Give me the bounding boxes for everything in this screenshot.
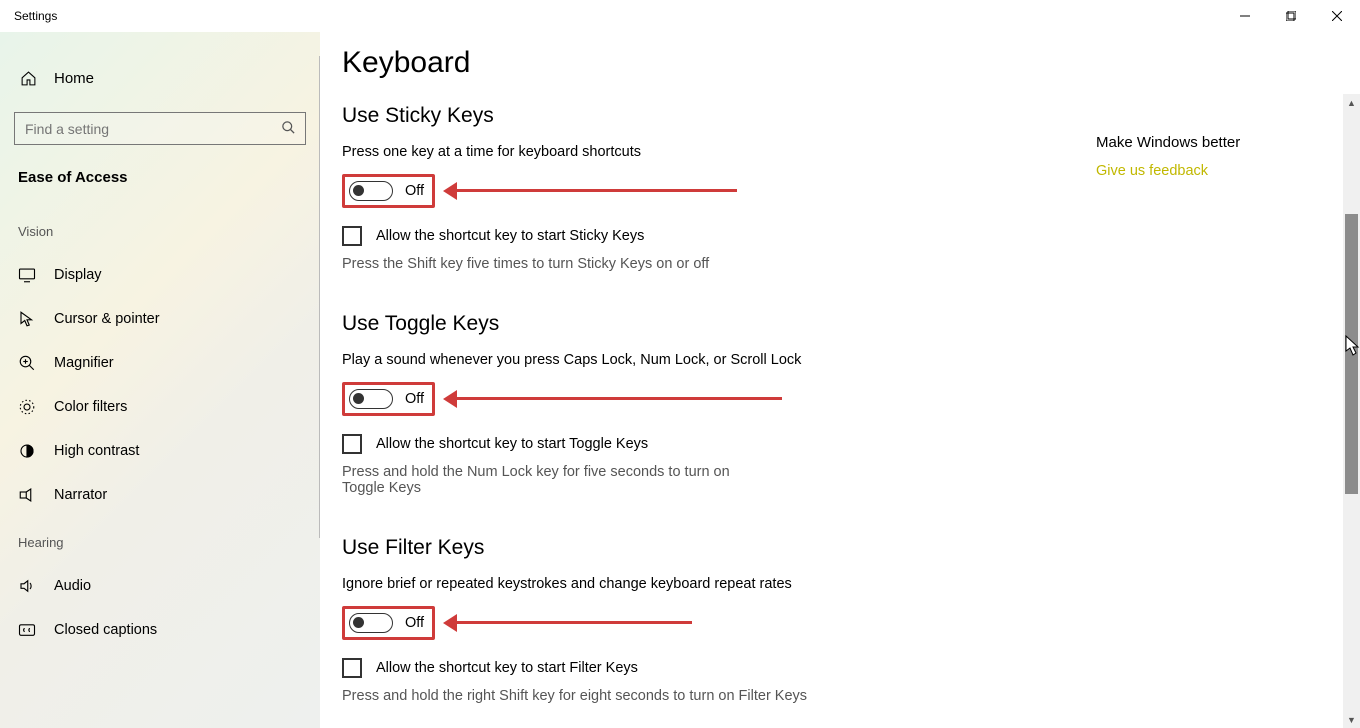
sticky-keys-hint: Press the Shift key five times to turn S… — [342, 256, 772, 272]
home-icon — [20, 70, 40, 87]
nav-narrator[interactable]: Narrator — [0, 473, 320, 517]
sticky-keys-toggle-state: Off — [405, 183, 424, 199]
feedback-link[interactable]: Give us feedback — [1096, 163, 1316, 179]
right-column: Make Windows better Give us feedback — [1096, 134, 1316, 179]
filter-keys-shortcut-checkbox[interactable] — [342, 658, 362, 678]
nav-item-label: Display — [54, 267, 102, 283]
filter-keys-toggle-state: Off — [405, 615, 424, 631]
toggle-keys-toggle-state: Off — [405, 391, 424, 407]
nav-magnifier[interactable]: Magnifier — [0, 341, 320, 385]
sticky-keys-title: Use Sticky Keys — [342, 104, 1342, 128]
search-container — [14, 112, 306, 145]
filter-keys-title: Use Filter Keys — [342, 536, 1342, 560]
maximize-button[interactable] — [1268, 0, 1314, 32]
sticky-keys-shortcut-checkbox[interactable] — [342, 226, 362, 246]
toggle-keys-toggle[interactable] — [349, 389, 393, 409]
group-vision-label: Vision — [0, 206, 320, 253]
nav-color-filters[interactable]: Color filters — [0, 385, 320, 429]
toggle-keys-shortcut-checkbox[interactable] — [342, 434, 362, 454]
toggle-keys-checkbox-label: Allow the shortcut key to start Toggle K… — [376, 436, 648, 452]
group-hearing-label: Hearing — [0, 517, 320, 564]
toggle-keys-title: Use Toggle Keys — [342, 312, 1342, 336]
window-title: Settings — [0, 9, 57, 23]
sidebar: Home Ease of Access Vision Display Curso… — [0, 32, 320, 728]
filter-keys-toggle[interactable] — [349, 613, 393, 633]
category-title: Ease of Access — [0, 163, 320, 206]
nav-item-label: Magnifier — [54, 355, 114, 371]
toggle-keys-desc: Play a sound whenever you press Caps Loc… — [342, 352, 1342, 368]
toggle-knob — [353, 617, 364, 628]
search-icon — [281, 120, 296, 140]
nav-item-label: Cursor & pointer — [54, 311, 160, 327]
window-controls — [1222, 0, 1360, 32]
nav-home[interactable]: Home — [0, 60, 320, 97]
sidebar-divider — [319, 56, 320, 538]
high-contrast-icon — [18, 442, 40, 460]
titlebar: Settings — [0, 0, 1360, 32]
nav-item-label: Audio — [54, 578, 91, 594]
annotation-outline: Off — [342, 382, 435, 416]
display-icon — [18, 266, 40, 284]
toggle-keys-hint: Press and hold the Num Lock key for five… — [342, 464, 772, 496]
color-filters-icon — [18, 398, 40, 416]
nav-item-label: Color filters — [54, 399, 127, 415]
filter-keys-checkbox-label: Allow the shortcut key to start Filter K… — [376, 660, 638, 676]
minimize-icon — [1240, 11, 1250, 21]
maximize-icon — [1286, 11, 1296, 21]
narrator-icon — [18, 486, 40, 504]
nav-closed-captions[interactable]: Closed captions — [0, 608, 320, 652]
nav-audio[interactable]: Audio — [0, 564, 320, 608]
minimize-button[interactable] — [1222, 0, 1268, 32]
nav-display[interactable]: Display — [0, 253, 320, 297]
filter-keys-desc: Ignore brief or repeated keystrokes and … — [342, 576, 1342, 592]
nav-item-label: High contrast — [54, 443, 139, 459]
sticky-keys-toggle[interactable] — [349, 181, 393, 201]
right-column-title: Make Windows better — [1096, 134, 1316, 151]
scroll-down-button[interactable]: ▼ — [1343, 711, 1360, 728]
magnifier-icon — [18, 354, 40, 372]
scroll-up-button[interactable]: ▲ — [1343, 94, 1360, 111]
sticky-keys-checkbox-label: Allow the shortcut key to start Sticky K… — [376, 228, 644, 244]
annotation-outline: Off — [342, 606, 435, 640]
close-icon — [1332, 11, 1342, 21]
page-title: Keyboard — [342, 46, 1342, 80]
search-input[interactable] — [14, 112, 306, 145]
closed-captions-icon — [18, 621, 40, 639]
nav-cursor-pointer[interactable]: Cursor & pointer — [0, 297, 320, 341]
mouse-cursor — [1345, 335, 1360, 357]
cursor-icon — [18, 310, 40, 328]
nav-item-label: Closed captions — [54, 622, 157, 638]
close-button[interactable] — [1314, 0, 1360, 32]
nav-home-label: Home — [54, 70, 94, 87]
audio-icon — [18, 577, 40, 595]
toggle-knob — [353, 185, 364, 196]
vertical-scrollbar[interactable]: ▲ ▼ — [1343, 94, 1360, 728]
toggle-knob — [353, 393, 364, 404]
annotation-outline: Off — [342, 174, 435, 208]
nav-high-contrast[interactable]: High contrast — [0, 429, 320, 473]
filter-keys-hint: Press and hold the right Shift key for e… — [342, 688, 942, 704]
nav-item-label: Narrator — [54, 487, 107, 503]
